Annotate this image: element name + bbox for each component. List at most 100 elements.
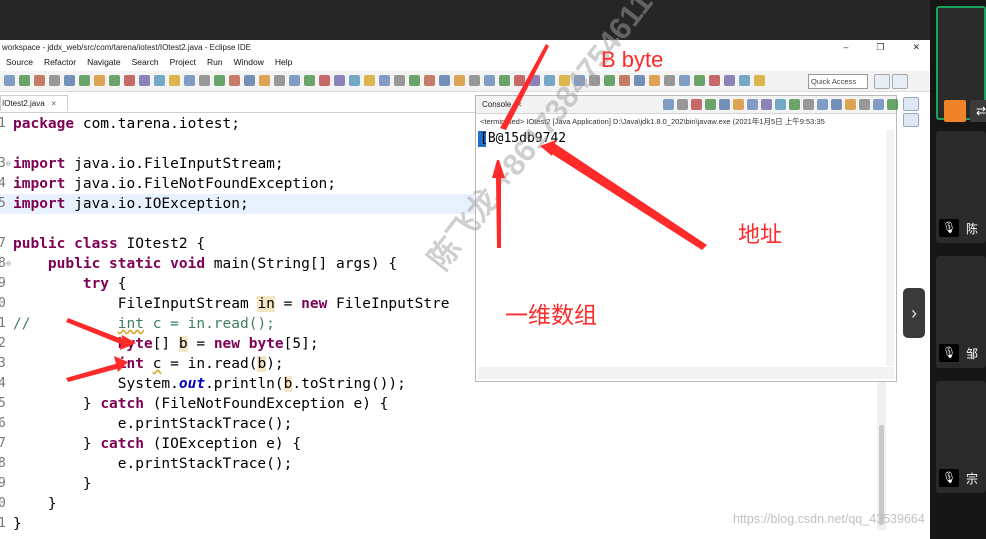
console-tool-icon[interactable]	[719, 99, 730, 110]
menu-run[interactable]: Run	[207, 55, 223, 70]
toolbar-icon[interactable]	[169, 75, 180, 86]
console-tool-icon[interactable]	[733, 99, 744, 110]
toolbar-icon[interactable]	[79, 75, 90, 86]
console-tool-icon[interactable]	[817, 99, 828, 110]
console-tool-icon[interactable]	[831, 99, 842, 110]
menu-window[interactable]: Window	[234, 55, 264, 70]
outline-icon[interactable]	[903, 113, 919, 127]
participant-name: 宗	[966, 472, 979, 486]
java-perspective-icon[interactable]	[892, 74, 908, 89]
participant-tile[interactable]: 🎙 宗	[936, 381, 986, 493]
toolbar-icon[interactable]	[94, 75, 105, 86]
toolbar-icon[interactable]	[364, 75, 375, 86]
close-icon[interactable]: ✕	[51, 101, 57, 108]
toolbar-icon[interactable]	[289, 75, 300, 86]
toolbar-icon[interactable]	[259, 75, 270, 86]
editor-tab[interactable]: IOtest2.java ✕	[0, 95, 68, 111]
menu-search[interactable]: Search	[132, 55, 159, 70]
console-tool-icon[interactable]	[747, 99, 758, 110]
toolbar-icon[interactable]	[694, 75, 705, 86]
toolbar-icon[interactable]	[4, 75, 15, 86]
toolbar-icon[interactable]	[514, 75, 525, 86]
console-tab[interactable]: Console ✕	[478, 97, 526, 113]
console-horizontal-scrollbar[interactable]	[478, 367, 894, 379]
mic-muted-icon: 🎙	[939, 219, 959, 237]
toolbar-icon[interactable]	[394, 75, 405, 86]
toolbar-icon[interactable]	[64, 75, 75, 86]
toolbar-icon[interactable]	[34, 75, 45, 86]
close-icon[interactable]: ✕	[516, 102, 522, 109]
toolbar-icon[interactable]	[124, 75, 135, 86]
main-toolbar: Quick Access	[0, 71, 930, 92]
console-tool-icon[interactable]	[691, 99, 702, 110]
toolbar-icon[interactable]	[214, 75, 225, 86]
toolbar-icon[interactable]	[664, 75, 675, 86]
console-scrollbar[interactable]	[886, 130, 894, 366]
toolbar-icon[interactable]	[409, 75, 420, 86]
menu-help[interactable]: Help	[275, 55, 292, 70]
toolbar-icon[interactable]	[379, 75, 390, 86]
console-tool-icon[interactable]	[705, 99, 716, 110]
toolbar-icon[interactable]	[49, 75, 60, 86]
restore-icon[interactable]	[903, 97, 919, 111]
toolbar-icon[interactable]	[469, 75, 480, 86]
toolbar-icon[interactable]	[229, 75, 240, 86]
toolbar-icon[interactable]	[334, 75, 345, 86]
participant-tile[interactable]: 🎙 陈	[936, 131, 986, 243]
menu-refactor[interactable]: Refactor	[44, 55, 76, 70]
toolbar-icon[interactable]	[679, 75, 690, 86]
toolbar-icon[interactable]	[619, 75, 630, 86]
perspective-icon[interactable]	[874, 74, 890, 89]
annotation-one-dim-array: 一维数组	[505, 302, 597, 328]
console-toolbar	[663, 99, 898, 110]
toolbar-icon[interactable]	[139, 75, 150, 86]
console-tool-icon[interactable]	[803, 99, 814, 110]
quick-access-input[interactable]: Quick Access	[808, 74, 868, 89]
console-tool-icon[interactable]	[663, 99, 674, 110]
toolbar-icon[interactable]	[724, 75, 735, 86]
editor-scroll-thumb[interactable]	[879, 425, 884, 525]
console-tool-icon[interactable]	[873, 99, 884, 110]
toolbar-icon[interactable]	[274, 75, 285, 86]
toolbar-icon[interactable]	[199, 75, 210, 86]
toolbar-icon[interactable]	[439, 75, 450, 86]
share-icon[interactable]: ⇄	[970, 100, 986, 122]
close-button[interactable]: ✕	[912, 40, 920, 55]
console-tool-icon[interactable]	[845, 99, 856, 110]
console-tool-icon[interactable]	[677, 99, 688, 110]
toolbar-icon[interactable]	[349, 75, 360, 86]
toolbar-icon[interactable]	[634, 75, 645, 86]
toolbar-icon[interactable]	[499, 75, 510, 86]
console-tool-icon[interactable]	[859, 99, 870, 110]
toolbar-icon[interactable]	[649, 75, 660, 86]
minimize-button[interactable]: –	[843, 40, 848, 55]
toolbar-icon[interactable]	[424, 75, 435, 86]
menu-navigate[interactable]: Navigate	[87, 55, 121, 70]
toolbar-icon[interactable]	[109, 75, 120, 86]
console-tool-icon[interactable]	[775, 99, 786, 110]
toolbar-icon[interactable]	[304, 75, 315, 86]
maximize-button[interactable]: ❐	[876, 40, 884, 55]
participant-tile[interactable]: 🎙 邹	[936, 256, 986, 368]
toolbar-icon[interactable]	[454, 75, 465, 86]
menu-source[interactable]: Source	[6, 55, 33, 70]
toolbar-icon[interactable]	[709, 75, 720, 86]
toolbar-icon[interactable]	[319, 75, 330, 86]
console-tool-icon[interactable]	[789, 99, 800, 110]
menu-project[interactable]: Project	[170, 55, 196, 70]
toolbar-icon[interactable]	[484, 75, 495, 86]
toolbar-icon[interactable]	[244, 75, 255, 86]
avatar-icon[interactable]	[944, 100, 966, 122]
console-tool-icon[interactable]	[887, 99, 898, 110]
toolbar-icon[interactable]	[529, 75, 540, 86]
meeting-panel: ⇄ 🎙 陈 🎙 邹 🎙 宗	[930, 0, 986, 539]
toolbar-icon[interactable]	[184, 75, 195, 86]
toolbar-icon[interactable]	[154, 75, 165, 86]
code-line: 5 } catch (FileNotFoundException e) {	[0, 396, 389, 412]
toolbar-icon[interactable]	[19, 75, 30, 86]
panel-collapse-button[interactable]: ›	[903, 288, 925, 338]
toolbar-icon[interactable]	[739, 75, 750, 86]
toolbar-icon[interactable]	[754, 75, 765, 86]
self-video-tile[interactable]: ⇄	[936, 6, 986, 122]
console-tool-icon[interactable]	[761, 99, 772, 110]
